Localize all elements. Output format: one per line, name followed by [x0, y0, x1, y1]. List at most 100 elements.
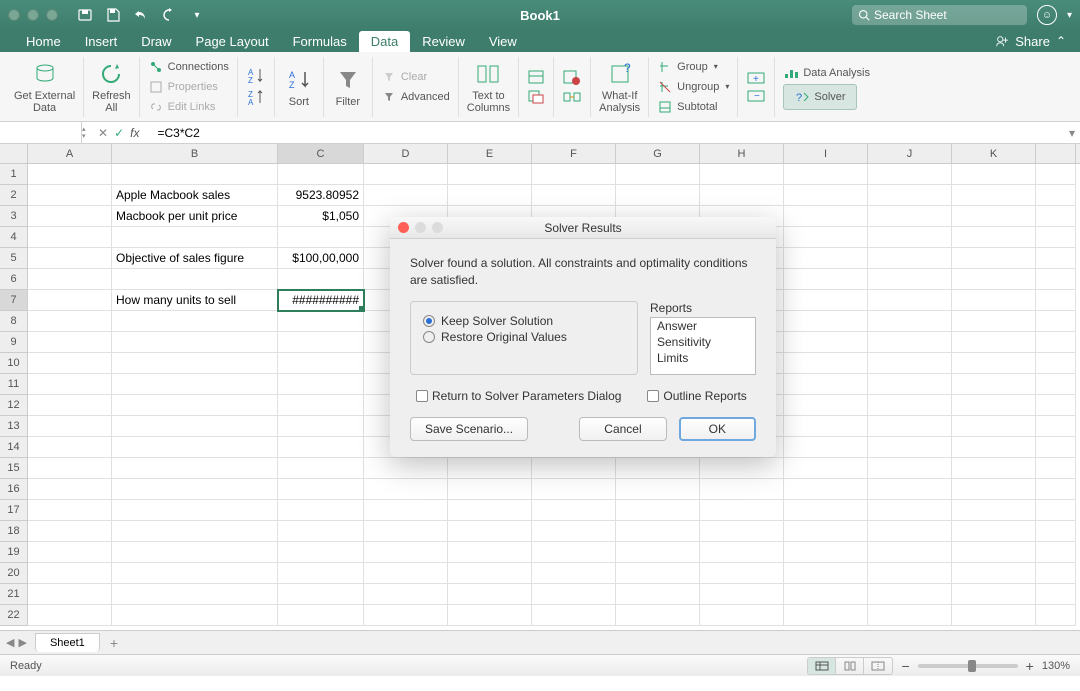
cell-D15[interactable] — [364, 458, 448, 479]
cell-D18[interactable] — [364, 521, 448, 542]
cell-A5[interactable] — [28, 248, 112, 269]
cell-G18[interactable] — [616, 521, 700, 542]
cell-I16[interactable] — [784, 479, 868, 500]
cell-K1[interactable] — [952, 164, 1036, 185]
cell-C13[interactable] — [278, 416, 364, 437]
cell-J15[interactable] — [868, 458, 952, 479]
cell-E19[interactable] — [448, 542, 532, 563]
row-header-17[interactable]: 17 — [0, 500, 28, 521]
tab-draw[interactable]: Draw — [129, 31, 183, 52]
cell-L16[interactable] — [1036, 479, 1076, 500]
col-header-C[interactable]: C — [278, 144, 364, 163]
cell-B2[interactable]: Apple Macbook sales — [112, 185, 278, 206]
cell-B1[interactable] — [112, 164, 278, 185]
row-header-1[interactable]: 1 — [0, 164, 28, 185]
cell-A22[interactable] — [28, 605, 112, 626]
cell-I8[interactable] — [784, 311, 868, 332]
cell-D22[interactable] — [364, 605, 448, 626]
cell-B14[interactable] — [112, 437, 278, 458]
edit-links-button[interactable]: Edit Links — [148, 98, 216, 116]
row-header-22[interactable]: 22 — [0, 605, 28, 626]
cell-C16[interactable] — [278, 479, 364, 500]
cell-I12[interactable] — [784, 395, 868, 416]
cell-K18[interactable] — [952, 521, 1036, 542]
save-icon[interactable] — [104, 6, 122, 24]
row-header-11[interactable]: 11 — [0, 374, 28, 395]
report-limits[interactable]: Limits — [651, 350, 755, 366]
cell-B20[interactable] — [112, 563, 278, 584]
cell-F18[interactable] — [532, 521, 616, 542]
cell-I21[interactable] — [784, 584, 868, 605]
cell-K4[interactable] — [952, 227, 1036, 248]
cell-L22[interactable] — [1036, 605, 1076, 626]
enter-formula-icon[interactable]: ✓ — [114, 126, 124, 140]
whatif-analysis-button[interactable]: ?What-If Analysis — [599, 60, 640, 114]
cell-F22[interactable] — [532, 605, 616, 626]
cell-L11[interactable] — [1036, 374, 1076, 395]
cell-A17[interactable] — [28, 500, 112, 521]
tab-data[interactable]: Data — [359, 31, 410, 52]
ok-button[interactable]: OK — [679, 417, 756, 441]
cell-B15[interactable] — [112, 458, 278, 479]
cell-F15[interactable] — [532, 458, 616, 479]
cell-A9[interactable] — [28, 332, 112, 353]
cell-J1[interactable] — [868, 164, 952, 185]
cell-K6[interactable] — [952, 269, 1036, 290]
cell-B8[interactable] — [112, 311, 278, 332]
row-header-18[interactable]: 18 — [0, 521, 28, 542]
cell-L17[interactable] — [1036, 500, 1076, 521]
cell-J13[interactable] — [868, 416, 952, 437]
cell-C8[interactable] — [278, 311, 364, 332]
cell-B18[interactable] — [112, 521, 278, 542]
sheet-nav-next-icon[interactable]: ▶ — [18, 636, 26, 649]
cell-C6[interactable] — [278, 269, 364, 290]
row-header-2[interactable]: 2 — [0, 185, 28, 206]
cell-D20[interactable] — [364, 563, 448, 584]
sheet-nav-prev-icon[interactable]: ◀ — [6, 636, 14, 649]
cell-B10[interactable] — [112, 353, 278, 374]
solver-button[interactable]: ?Solver — [783, 84, 856, 110]
cell-G1[interactable] — [616, 164, 700, 185]
cell-C1[interactable] — [278, 164, 364, 185]
cell-A10[interactable] — [28, 353, 112, 374]
cell-B12[interactable] — [112, 395, 278, 416]
row-header-7[interactable]: 7 — [0, 290, 28, 311]
page-layout-view-button[interactable] — [836, 658, 864, 674]
tab-home[interactable]: Home — [14, 31, 73, 52]
data-analysis-button[interactable]: Data Analysis — [783, 64, 870, 82]
cell-K11[interactable] — [952, 374, 1036, 395]
dialog-close-icon[interactable] — [398, 222, 409, 233]
cell-J6[interactable] — [868, 269, 952, 290]
report-sensitivity[interactable]: Sensitivity — [651, 334, 755, 350]
cell-D1[interactable] — [364, 164, 448, 185]
cell-C11[interactable] — [278, 374, 364, 395]
formula-input[interactable]: =C3*C2 — [153, 126, 1064, 140]
cell-B4[interactable] — [112, 227, 278, 248]
cell-L9[interactable] — [1036, 332, 1076, 353]
cell-K15[interactable] — [952, 458, 1036, 479]
cell-I19[interactable] — [784, 542, 868, 563]
cell-K19[interactable] — [952, 542, 1036, 563]
cell-K8[interactable] — [952, 311, 1036, 332]
cell-D2[interactable] — [364, 185, 448, 206]
cell-I2[interactable] — [784, 185, 868, 206]
cell-C12[interactable] — [278, 395, 364, 416]
cell-L20[interactable] — [1036, 563, 1076, 584]
row-header-19[interactable]: 19 — [0, 542, 28, 563]
cell-A16[interactable] — [28, 479, 112, 500]
row-header-5[interactable]: 5 — [0, 248, 28, 269]
cell-A21[interactable] — [28, 584, 112, 605]
cell-C20[interactable] — [278, 563, 364, 584]
cell-B13[interactable] — [112, 416, 278, 437]
cell-B21[interactable] — [112, 584, 278, 605]
row-header-8[interactable]: 8 — [0, 311, 28, 332]
cell-L21[interactable] — [1036, 584, 1076, 605]
cell-A14[interactable] — [28, 437, 112, 458]
cell-K5[interactable] — [952, 248, 1036, 269]
keep-solution-radio[interactable]: Keep Solver Solution — [423, 314, 625, 328]
cell-A2[interactable] — [28, 185, 112, 206]
cell-L15[interactable] — [1036, 458, 1076, 479]
cell-E22[interactable] — [448, 605, 532, 626]
cell-E20[interactable] — [448, 563, 532, 584]
normal-view-button[interactable] — [808, 658, 836, 674]
